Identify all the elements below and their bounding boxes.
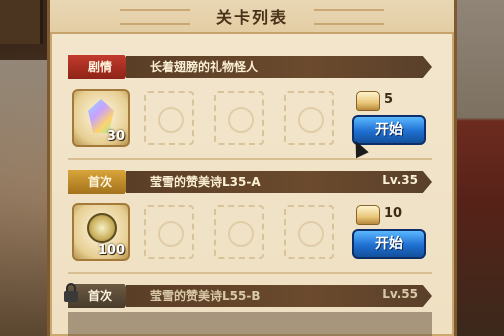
background-building — [0, 0, 43, 44]
stage-header-1[interactable]: 剧情 长着翅膀的礼物怪人 — [68, 55, 432, 79]
divider — [68, 158, 432, 160]
stage-name: 莹雪的赞美诗L55-B — [150, 289, 261, 303]
stamina-cost: 5 — [356, 91, 422, 111]
reward-count: 100 — [97, 243, 125, 258]
dialog-title: 关卡列表 — [215, 8, 288, 27]
stage-row-2: 100 10 开始 — [72, 201, 428, 263]
stamina-cost: 10 — [356, 205, 422, 225]
background-roof-right — [456, 0, 504, 336]
reward-item[interactable]: 30 — [72, 89, 130, 147]
bread-icon — [356, 91, 380, 111]
start-button[interactable]: 开始 — [352, 229, 426, 259]
stage-header-3[interactable]: 首次 莹雪的赞美诗L55-B Lv.55 — [68, 284, 432, 308]
empty-reward-slot — [284, 205, 334, 259]
divider — [68, 272, 432, 274]
gold-medal-icon — [87, 213, 117, 243]
stage-header-2[interactable]: 首次 莹雪的赞美诗L35-A Lv.35 — [68, 170, 432, 194]
empty-reward-slot — [144, 91, 194, 145]
stage-row-1: 30 5 开始 — [72, 87, 428, 149]
stage-name: 莹雪的赞美诗L35-A — [150, 175, 261, 189]
reward-item[interactable]: 100 — [72, 203, 130, 261]
stage-level: Lv.35 — [382, 173, 418, 187]
lock-icon — [64, 283, 78, 302]
empty-reward-slot — [214, 205, 264, 259]
stage-name: 长着翅膀的礼物怪人 — [150, 60, 259, 74]
stage-type-tag: 剧情 — [68, 55, 132, 79]
empty-reward-slot — [214, 91, 264, 145]
stage-row-3-preview — [68, 312, 432, 336]
background-snow-left — [0, 60, 50, 336]
stage-level: Lv.55 — [382, 287, 418, 301]
empty-reward-slot — [284, 91, 334, 145]
stage-type-tag: 首次 — [68, 170, 132, 194]
stamina-value: 10 — [384, 206, 403, 221]
bread-icon — [356, 205, 380, 225]
empty-reward-slot — [144, 205, 194, 259]
dialog-title-bar: 关卡列表 — [50, 0, 454, 34]
stamina-value: 5 — [384, 92, 394, 107]
reward-count: 30 — [106, 129, 125, 144]
rainbow-crystal-icon — [88, 99, 114, 133]
